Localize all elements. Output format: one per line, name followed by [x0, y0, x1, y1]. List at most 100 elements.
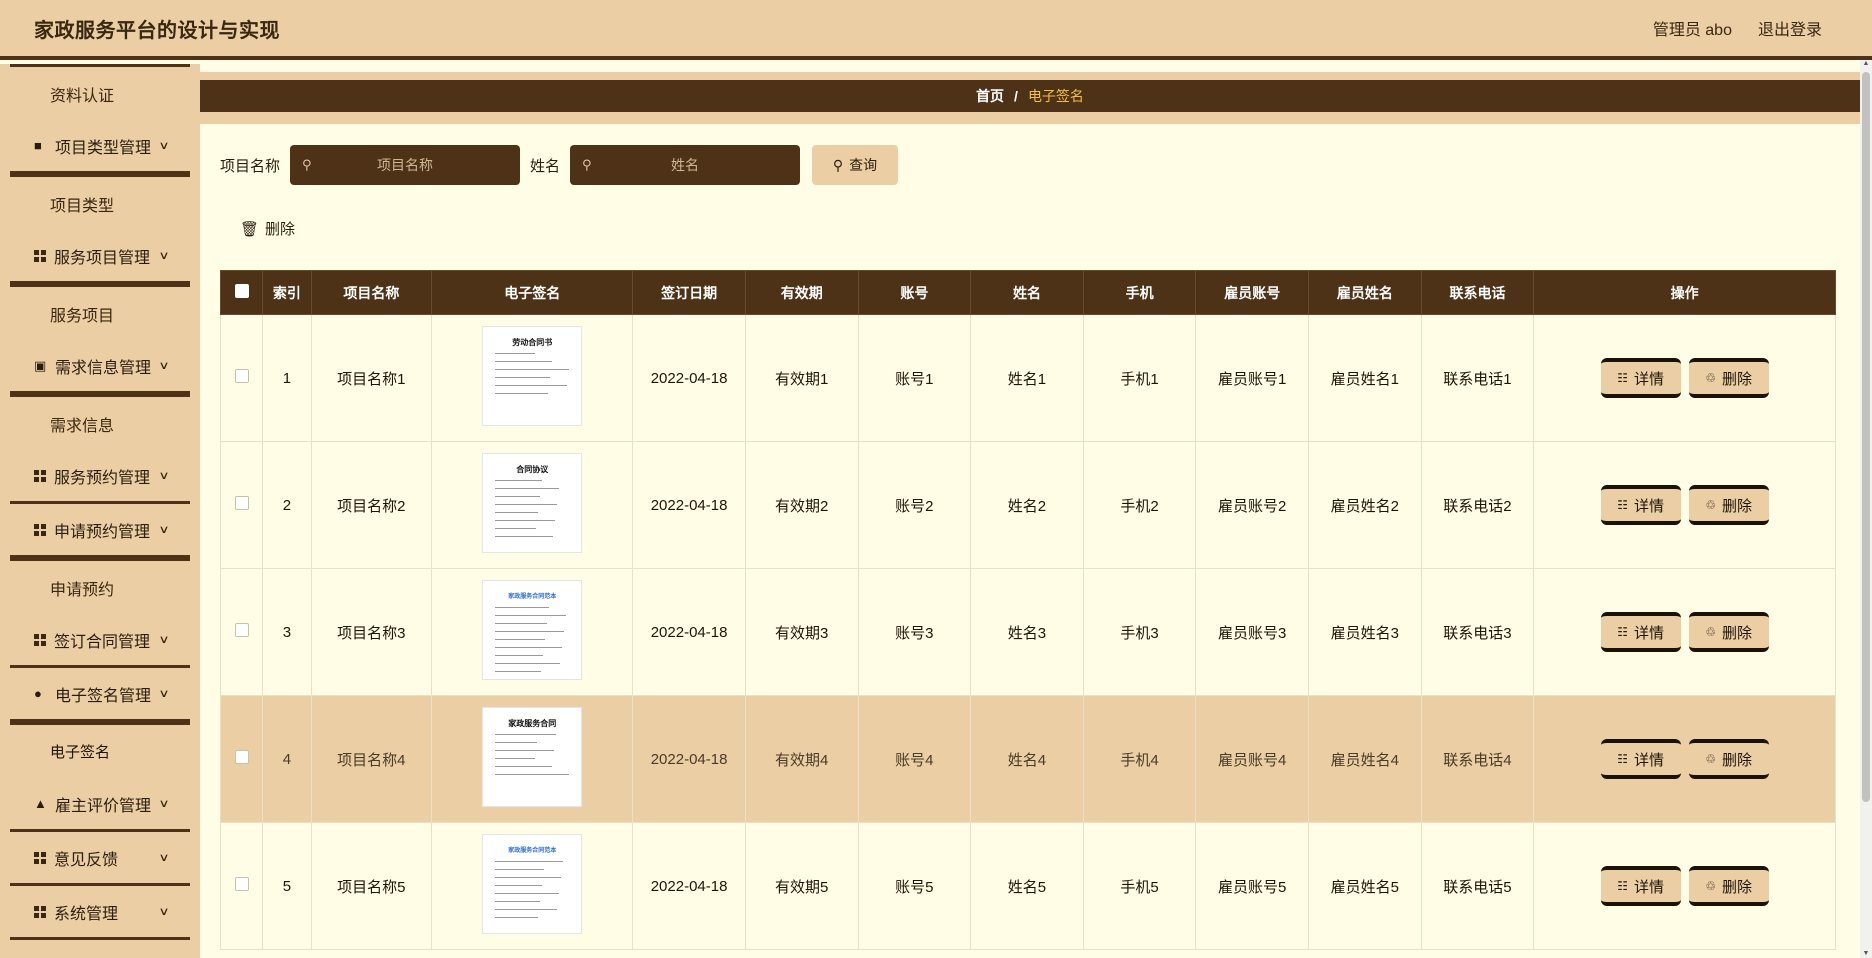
cell-name: 姓名5	[970, 822, 1084, 950]
sidebar-menu-item[interactable]: ■ 项目类型管理 ∨	[10, 120, 190, 174]
project-name-placeholder: 项目名称	[377, 157, 434, 173]
sidebar-menu-item[interactable]: ▲ 雇主评价管理 ∨	[10, 778, 190, 832]
row-checkbox[interactable]	[234, 369, 249, 383]
signature-table: 索引 项目名称 电子签名 签订日期 有效期 账号 姓名 手机 雇员账号 雇员姓名 联系电话 操作 1项…	[219, 270, 1836, 950]
doc-text-line	[495, 679, 558, 680]
breadcrumb-home[interactable]: 首页	[976, 86, 1004, 106]
sidebar-menu-left: 意见反馈	[34, 846, 118, 870]
signature-image[interactable]: 家政服务合同范本	[482, 834, 583, 934]
cell-name: 姓名1	[970, 314, 1084, 442]
table-row[interactable]: 1 项目名称1 劳动合同书 2022-04-18 有效期1 账号1 姓名1 手机1 雇员账号1 雇…	[219, 314, 1836, 442]
scrollbar-thumb[interactable]	[1862, 72, 1870, 802]
grid-icon	[34, 633, 46, 646]
signature-cell: 家政服务合同范本	[431, 822, 634, 950]
select-all-checkbox[interactable]	[234, 284, 249, 298]
sidebar-menu-item[interactable]: ● 电子签名管理 ∨	[10, 668, 190, 722]
row-checkbox[interactable]	[234, 496, 249, 510]
cell-emp_name: 雇员姓名1	[1308, 314, 1422, 442]
table-row[interactable]: 5 项目名称5 家政服务合同范本 2022-04-18 有效期5 账号5 姓名5 手机5 雇员账…	[219, 822, 1836, 950]
sidebar-subitem[interactable]: 电子签名	[10, 722, 190, 778]
sidebar-menu-item[interactable]: 服务预约管理 ∨	[10, 450, 190, 504]
row-select-cell	[219, 695, 264, 823]
sidebar-subitem[interactable]: 服务项目	[10, 284, 190, 340]
signature-image[interactable]: 家政服务合同范本	[482, 580, 583, 680]
doc-text-line	[495, 877, 562, 878]
detail-button-label: 详情	[1634, 751, 1665, 769]
current-user[interactable]: 管理员 abo	[1653, 16, 1732, 40]
cell-name: 姓名3	[970, 568, 1084, 696]
main-content: 首页 / 电子签名 项目名称 ⚲ 项目名称 姓名 ⚲ 姓名 ⚲ 查询 🗑 删除 …	[200, 64, 1860, 958]
delete-button[interactable]: ♲ 删除	[1688, 485, 1769, 525]
row-checkbox[interactable]	[234, 750, 249, 764]
detail-button[interactable]: ☷ 详情	[1600, 358, 1681, 398]
detail-button-label: 详情	[1634, 878, 1665, 896]
table-row[interactable]: 3 项目名称3 家政服务合同范本 2022-04-18 有效期3 账号3 姓名3 手机3 雇员账…	[219, 568, 1836, 696]
cell-valid: 有效期3	[744, 568, 859, 696]
row-checkbox[interactable]	[234, 623, 249, 637]
actions-cell: ☷ 详情 ♲ 删除	[1533, 822, 1836, 950]
sidebar-menu-item[interactable]: 签订合同管理 ∨	[10, 614, 190, 668]
cell-emp_account: 雇员账号1	[1195, 314, 1310, 442]
doc-text-line	[495, 861, 564, 862]
doc-text-line	[495, 885, 543, 886]
signature-image[interactable]: 家政服务合同	[482, 707, 583, 807]
cell-phone: 手机5	[1082, 822, 1197, 950]
doc-text-line	[495, 520, 556, 521]
delete-button[interactable]: ♲ 删除	[1688, 739, 1769, 779]
project-name-input[interactable]: ⚲ 项目名称	[290, 145, 521, 185]
cell-emp_name: 雇员姓名2	[1308, 441, 1422, 569]
detail-button[interactable]: ☷ 详情	[1600, 866, 1681, 906]
batch-delete-label: 删除	[265, 221, 296, 238]
row-actions: ☷ 详情 ♲ 删除	[1534, 612, 1835, 652]
detail-button[interactable]: ☷ 详情	[1600, 485, 1681, 525]
cell-emp_name: 雇员姓名4	[1308, 695, 1422, 823]
actions-cell: ☷ 详情 ♲ 删除	[1533, 695, 1836, 823]
signature-image[interactable]: 劳动合同书	[482, 326, 583, 426]
vertical-scrollbar[interactable]: ▲ ▼	[1860, 60, 1872, 958]
sidebar-menu-left: ● 电子签名管理	[34, 682, 151, 706]
detail-button-label: 详情	[1634, 497, 1665, 515]
chevron-down-icon: ∨	[158, 250, 170, 262]
detail-button[interactable]: ☷ 详情	[1600, 739, 1681, 779]
delete-button[interactable]: ♲ 删除	[1688, 866, 1769, 906]
batch-delete-button[interactable]: 🗑 删除	[240, 218, 295, 239]
cell-contact: 联系电话5	[1420, 822, 1535, 950]
logout-link[interactable]: 退出登录	[1758, 16, 1822, 40]
sidebar-subitem[interactable]: 项目类型	[10, 174, 190, 230]
row-checkbox[interactable]	[234, 877, 249, 891]
sidebar-menu-item[interactable]: 服务项目管理 ∨	[10, 230, 190, 284]
detail-button[interactable]: ☷ 详情	[1600, 612, 1681, 652]
name-input[interactable]: ⚲ 姓名	[570, 145, 801, 185]
column-header: 账号	[857, 270, 972, 315]
sidebar-menu-label: 意见反馈	[54, 851, 119, 869]
table-row[interactable]: 4 项目名称4 家政服务合同 2022-04-18 有效期4 账号4 姓名4 手机4 雇员账号4…	[219, 695, 1836, 823]
cell-account: 账号1	[857, 314, 972, 442]
sidebar-menu-item[interactable]: 意见反馈 ∨	[10, 832, 190, 886]
select-all-header[interactable]	[219, 270, 264, 315]
cell-index: 1	[262, 314, 312, 442]
scroll-up-arrow[interactable]: ▲	[1862, 60, 1870, 68]
row-actions: ☷ 详情 ♲ 删除	[1534, 485, 1835, 525]
signature-doc-title: 家政服务合同	[508, 719, 557, 728]
signature-image[interactable]: 合同协议	[482, 453, 583, 553]
delete-button-label: 删除	[1722, 878, 1753, 896]
search-form: 项目名称 ⚲ 项目名称 姓名 ⚲ 姓名 ⚲ 查询	[220, 145, 899, 185]
sidebar-subitem[interactable]: 申请预约	[10, 558, 190, 614]
sidebar-subitem[interactable]: 资料认证	[10, 64, 190, 120]
sidebar-menu-item[interactable]: 申请预约管理 ∨	[10, 504, 190, 558]
cell-date: 2022-04-18	[632, 314, 746, 442]
scroll-down-arrow[interactable]: ▼	[1862, 950, 1870, 958]
query-button[interactable]: ⚲ 查询	[812, 145, 899, 185]
delete-button[interactable]: ♲ 删除	[1688, 358, 1769, 398]
search-icon: ⚲	[832, 156, 844, 173]
doc-text-line	[495, 750, 555, 751]
sidebar-menu-item[interactable]: ▣ 需求信息管理 ∨	[10, 340, 190, 394]
delete-button[interactable]: ♲ 删除	[1688, 612, 1769, 652]
top-header: 家政服务平台的设计与实现 管理员 abo 退出登录	[0, 0, 1872, 60]
doc-icon: ☷	[1617, 625, 1629, 639]
table-row[interactable]: 2 项目名称2 合同协议 2022-04-18 有效期2 账号2 姓名2 手机2 雇员账号2 雇员…	[219, 441, 1836, 569]
sidebar-menu-label: 签订合同管理	[54, 633, 151, 651]
sidebar-menu-item[interactable]: 系统管理 ∨	[10, 886, 190, 940]
sidebar-subitem[interactable]: 需求信息	[10, 394, 190, 450]
cell-phone: 手机1	[1082, 314, 1197, 442]
